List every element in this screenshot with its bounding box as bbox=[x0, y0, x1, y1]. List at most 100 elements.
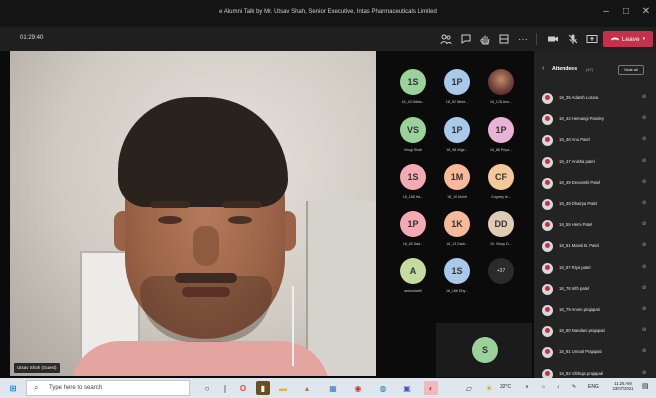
participant-tile[interactable]: VS Virugi Shah bbox=[390, 117, 436, 152]
store-icon[interactable]: ▮ bbox=[256, 381, 270, 395]
temperature-readout: 32°C bbox=[500, 384, 512, 390]
participant-name: 18_83 Dad... bbox=[402, 242, 424, 246]
clock[interactable]: 11:26 AM 23/07/2021 bbox=[609, 381, 637, 391]
attendee-name: 18_49 Dhairya Patel bbox=[559, 201, 597, 206]
shield-icon[interactable]: ▱ bbox=[462, 381, 476, 395]
windows-start-icon[interactable]: ⊞ bbox=[6, 381, 20, 395]
attendee-row[interactable]: 18_76 Irith patel ⊘ bbox=[542, 283, 650, 295]
office-icon[interactable]: O bbox=[236, 381, 250, 395]
participant-tile[interactable]: DD Dr. Vinay D... bbox=[478, 211, 524, 246]
attendee-avatar bbox=[542, 220, 553, 232]
participant-tile[interactable]: 18_178 Ano... bbox=[478, 69, 524, 104]
network-icon[interactable]: ⌂ bbox=[542, 384, 545, 390]
participant-tile[interactable]: 1P 18_98 hilge... bbox=[434, 117, 480, 152]
participant-tile[interactable]: 1S 18_188 Ha... bbox=[390, 164, 436, 199]
attendee-row[interactable]: 18_46 Anu Patel ⊘ bbox=[542, 134, 650, 147]
participant-avatar: 1M bbox=[444, 164, 470, 190]
chevron-up-icon[interactable]: ∧ bbox=[525, 384, 529, 390]
close-window-button[interactable]: ✕ bbox=[638, 6, 654, 17]
attendee-avatar bbox=[542, 241, 553, 253]
chat-icon[interactable] bbox=[459, 32, 473, 46]
cortana-icon[interactable]: ○ bbox=[200, 381, 214, 395]
attendee-row[interactable]: 18_80 Nandani prajapati ⊘ bbox=[542, 325, 650, 338]
attendee-row[interactable]: 18_61 Mansi B. Patel ⊘ bbox=[542, 240, 650, 253]
participant-name: anksubartil bbox=[404, 289, 422, 293]
attendee-row[interactable]: 18_47 Anisha patel ⊘ bbox=[542, 156, 650, 168]
share-screen-icon[interactable] bbox=[585, 32, 599, 46]
participant-tile[interactable]: 1S 18_186 Dhy... bbox=[434, 258, 480, 293]
participant-avatar bbox=[488, 69, 514, 95]
raise-hand-icon[interactable] bbox=[478, 32, 492, 46]
participant-name: 18_188 Ha... bbox=[402, 195, 424, 199]
participant-avatar: DD bbox=[488, 211, 514, 237]
microphone-off-icon: ⊘ bbox=[642, 263, 647, 270]
more-actions-icon[interactable]: ··· bbox=[516, 32, 530, 46]
attendee-name: 18_81 Unnati Prajapati bbox=[559, 349, 602, 355]
pen-icon[interactable]: ✎ bbox=[572, 384, 576, 390]
participant-tile[interactable]: 1K 18_13 Dadi... bbox=[434, 211, 480, 246]
file-explorer-icon[interactable]: ▬ bbox=[276, 381, 290, 395]
participant-tile[interactable]: Aanksubartil bbox=[390, 258, 436, 293]
chevron-down-icon[interactable]: ▾ bbox=[643, 36, 646, 42]
attendee-row[interactable]: 18_55 Hemi Patel ⊘ bbox=[542, 219, 650, 232]
speaker-nameplate: Utsav Shah (Guest) bbox=[14, 363, 60, 373]
attendee-name: 18_82 Vibhuja prajapati bbox=[559, 370, 603, 376]
camera-icon[interactable] bbox=[546, 32, 560, 46]
rooms-icon[interactable] bbox=[497, 32, 511, 46]
shared-tile-avatar: S bbox=[472, 337, 498, 363]
chrome-icon[interactable]: ◉ bbox=[351, 381, 365, 395]
participant-avatar: 1S bbox=[400, 69, 426, 95]
attendee-row[interactable]: 18_67 Riya patel ⊘ bbox=[542, 262, 650, 274]
show-participants-icon[interactable] bbox=[439, 32, 453, 46]
language-indicator[interactable]: ENG bbox=[588, 384, 599, 390]
attendee-avatar bbox=[542, 347, 553, 359]
participant-name: Cognizy fe... bbox=[491, 195, 511, 199]
participant-name: Dr. Vinay D... bbox=[490, 242, 512, 246]
taskbar-search-box[interactable]: ⌕ Type here to search bbox=[26, 380, 190, 396]
attendee-row[interactable]: 18_81 Unnati Prajapati ⊘ bbox=[542, 346, 650, 359]
leave-button[interactable]: Leave ▾ bbox=[603, 31, 653, 47]
attendee-row[interactable]: 18_35 Adarsh Losiva ⊘ bbox=[542, 92, 650, 104]
participant-tile[interactable]: 1P 18_52 Nimit... bbox=[434, 69, 480, 104]
microphone-off-icon[interactable] bbox=[566, 32, 580, 46]
attendee-row[interactable]: 18_49 Dhairya Patel ⊘ bbox=[542, 198, 650, 210]
photos-icon[interactable]: ▦ bbox=[326, 381, 340, 395]
task-view-icon[interactable]: ❘ bbox=[218, 381, 232, 395]
weather-icon[interactable]: ☀ bbox=[482, 381, 496, 395]
volume-icon[interactable]: ♪ bbox=[557, 384, 560, 390]
participant-name: 18_13 Dadi... bbox=[446, 242, 468, 246]
microphone-off-icon: ⊘ bbox=[642, 178, 647, 185]
microphone-off-icon: ⊘ bbox=[642, 306, 647, 312]
participant-tile[interactable]: 1P 18_83 Dad... bbox=[390, 211, 436, 246]
phone-icon bbox=[610, 37, 619, 41]
participant-name: 18_178 Ano... bbox=[489, 100, 513, 104]
active-app-icon[interactable]: ◐ bbox=[424, 381, 438, 395]
attendee-row[interactable]: 18_49 Devanshi Patel ⊘ bbox=[542, 177, 650, 189]
participant-tile[interactable]: 1S 18_15 Nikita... bbox=[390, 69, 436, 104]
attendee-name: 18_76 Irith patel bbox=[559, 285, 590, 291]
edge-icon[interactable]: ◍ bbox=[376, 381, 390, 395]
minimize-button[interactable]: – bbox=[598, 6, 614, 17]
participant-tile[interactable]: +37 bbox=[478, 258, 524, 289]
powerpoint-icon[interactable]: ▴ bbox=[300, 381, 314, 395]
participant-avatar: 1S bbox=[444, 258, 470, 284]
notifications-icon[interactable]: ▤ bbox=[642, 382, 649, 390]
participant-tile[interactable]: 1M 18_10 Mohit bbox=[434, 164, 480, 199]
chevron-left-icon[interactable]: ‹ bbox=[542, 65, 544, 72]
leave-label: Leave bbox=[621, 35, 640, 43]
participant-avatar: 1S bbox=[400, 164, 426, 190]
participant-avatar: 1P bbox=[488, 117, 514, 143]
mute-all-button[interactable]: Mute all bbox=[618, 65, 644, 75]
attendee-name: 18_80 Nandani prajapati bbox=[559, 328, 605, 334]
teams-icon[interactable]: ▣ bbox=[400, 381, 414, 395]
participant-avatar: 1P bbox=[400, 211, 426, 237]
shared-tile[interactable]: S bbox=[436, 323, 532, 377]
more-participants-button[interactable]: +37 bbox=[488, 258, 514, 284]
attendee-avatar bbox=[542, 135, 553, 147]
participant-tile[interactable]: 1P 18_88 Priya... bbox=[478, 117, 524, 152]
participant-tile[interactable]: CF Cognizy fe... bbox=[478, 164, 524, 199]
maximize-button[interactable]: □ bbox=[618, 6, 634, 17]
attendee-row[interactable]: 18_79 Arven prajapati ⊘ bbox=[542, 304, 650, 316]
attendee-name: 18_79 Arven prajapati bbox=[559, 307, 600, 312]
attendee-row[interactable]: 18_43 Hemangi Pandey ⊘ bbox=[542, 113, 650, 126]
